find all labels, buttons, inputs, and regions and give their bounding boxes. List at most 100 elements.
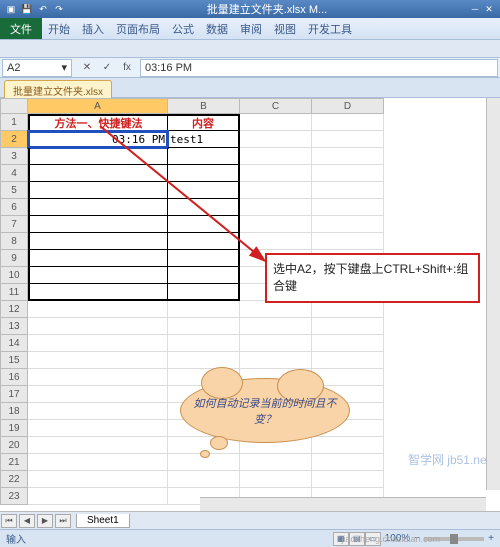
nav-last-icon[interactable]: ⏭: [55, 514, 71, 528]
tab-review[interactable]: 审阅: [234, 21, 268, 37]
row-header-20[interactable]: 20: [0, 437, 28, 454]
tab-home[interactable]: 开始: [42, 21, 76, 37]
cell-C3[interactable]: [240, 148, 312, 165]
row-header-4[interactable]: 4: [0, 165, 28, 182]
tab-view[interactable]: 视图: [268, 21, 302, 37]
cell-A5[interactable]: [28, 182, 168, 199]
cell-A4[interactable]: [28, 165, 168, 182]
tab-dev[interactable]: 开发工具: [302, 21, 358, 37]
cancel-icon[interactable]: ✕: [78, 60, 96, 76]
cell-D8[interactable]: [312, 233, 384, 250]
cell-A20[interactable]: [28, 437, 168, 454]
cell-C14[interactable]: [240, 335, 312, 352]
row-header-16[interactable]: 16: [0, 369, 28, 386]
cell-A3[interactable]: [28, 148, 168, 165]
row-header-2[interactable]: 2: [0, 131, 28, 148]
scrollbar-vertical[interactable]: [486, 98, 500, 490]
cell-C7[interactable]: [240, 216, 312, 233]
cell-A14[interactable]: [28, 335, 168, 352]
row-header-15[interactable]: 15: [0, 352, 28, 369]
col-header-d[interactable]: D: [312, 98, 384, 114]
cell-A1[interactable]: 方法一、快捷键法: [28, 114, 168, 131]
select-all-corner[interactable]: [0, 98, 28, 114]
cell-C13[interactable]: [240, 318, 312, 335]
cell-D14[interactable]: [312, 335, 384, 352]
cell-D6[interactable]: [312, 199, 384, 216]
cell-A9[interactable]: [28, 250, 168, 267]
row-header-11[interactable]: 11: [0, 284, 28, 301]
cell-A19[interactable]: [28, 420, 168, 437]
row-header-7[interactable]: 7: [0, 216, 28, 233]
row-header-12[interactable]: 12: [0, 301, 28, 318]
nav-prev-icon[interactable]: ◀: [19, 514, 35, 528]
tab-formula[interactable]: 公式: [166, 21, 200, 37]
row-header-19[interactable]: 19: [0, 420, 28, 437]
cell-B2[interactable]: test1: [168, 131, 240, 148]
cell-B6[interactable]: [168, 199, 240, 216]
row-header-21[interactable]: 21: [0, 454, 28, 471]
cell-B10[interactable]: [168, 267, 240, 284]
cell-B15[interactable]: [168, 352, 240, 369]
cell-A15[interactable]: [28, 352, 168, 369]
cell-C6[interactable]: [240, 199, 312, 216]
file-tab[interactable]: 文件: [0, 18, 42, 39]
cell-C15[interactable]: [240, 352, 312, 369]
close-icon[interactable]: ✕: [482, 2, 496, 16]
row-header-6[interactable]: 6: [0, 199, 28, 216]
fx-icon[interactable]: fx: [118, 60, 136, 76]
tab-data[interactable]: 数据: [200, 21, 234, 37]
row-header-10[interactable]: 10: [0, 267, 28, 284]
grid[interactable]: A B C D 12345678910111213141516171819202…: [0, 98, 500, 508]
row-header-5[interactable]: 5: [0, 182, 28, 199]
cell-A16[interactable]: [28, 369, 168, 386]
cell-A22[interactable]: [28, 471, 168, 488]
cell-B14[interactable]: [168, 335, 240, 352]
minimize-icon[interactable]: ─: [468, 2, 482, 16]
cell-A12[interactable]: [28, 301, 168, 318]
cell-B4[interactable]: [168, 165, 240, 182]
col-header-c[interactable]: C: [240, 98, 312, 114]
cell-A8[interactable]: [28, 233, 168, 250]
nav-first-icon[interactable]: ⏮: [1, 514, 17, 528]
cell-B13[interactable]: [168, 318, 240, 335]
cell-D12[interactable]: [312, 301, 384, 318]
cell-C22[interactable]: [240, 471, 312, 488]
cell-B11[interactable]: [168, 284, 240, 301]
row-header-17[interactable]: 17: [0, 386, 28, 403]
row-header-8[interactable]: 8: [0, 233, 28, 250]
chevron-down-icon[interactable]: ▾: [61, 61, 67, 74]
cell-A23[interactable]: [28, 488, 168, 505]
cell-C5[interactable]: [240, 182, 312, 199]
cell-D5[interactable]: [312, 182, 384, 199]
scrollbar-horizontal[interactable]: [200, 497, 486, 511]
row-header-3[interactable]: 3: [0, 148, 28, 165]
cell-B5[interactable]: [168, 182, 240, 199]
cell-A17[interactable]: [28, 386, 168, 403]
redo-icon[interactable]: ↷: [52, 2, 66, 16]
col-header-b[interactable]: B: [168, 98, 240, 114]
cell-C4[interactable]: [240, 165, 312, 182]
cell-A7[interactable]: [28, 216, 168, 233]
formula-input[interactable]: 03:16 PM: [140, 59, 498, 77]
cell-C2[interactable]: [240, 131, 312, 148]
doc-tab[interactable]: 批量建立文件夹.xlsx: [4, 80, 112, 100]
tab-layout[interactable]: 页面布局: [110, 21, 166, 37]
cell-A13[interactable]: [28, 318, 168, 335]
undo-icon[interactable]: ↶: [36, 2, 50, 16]
row-header-9[interactable]: 9: [0, 250, 28, 267]
cell-D2[interactable]: [312, 131, 384, 148]
cell-B9[interactable]: [168, 250, 240, 267]
tab-insert[interactable]: 插入: [76, 21, 110, 37]
cell-D7[interactable]: [312, 216, 384, 233]
row-header-22[interactable]: 22: [0, 471, 28, 488]
row-header-23[interactable]: 23: [0, 488, 28, 505]
cell-A10[interactable]: [28, 267, 168, 284]
cell-C1[interactable]: [240, 114, 312, 131]
cell-D13[interactable]: [312, 318, 384, 335]
cell-B12[interactable]: [168, 301, 240, 318]
cell-A18[interactable]: [28, 403, 168, 420]
row-header-14[interactable]: 14: [0, 335, 28, 352]
cell-A2[interactable]: 03:16 PM: [28, 131, 168, 148]
cell-C12[interactable]: [240, 301, 312, 318]
cell-D3[interactable]: [312, 148, 384, 165]
